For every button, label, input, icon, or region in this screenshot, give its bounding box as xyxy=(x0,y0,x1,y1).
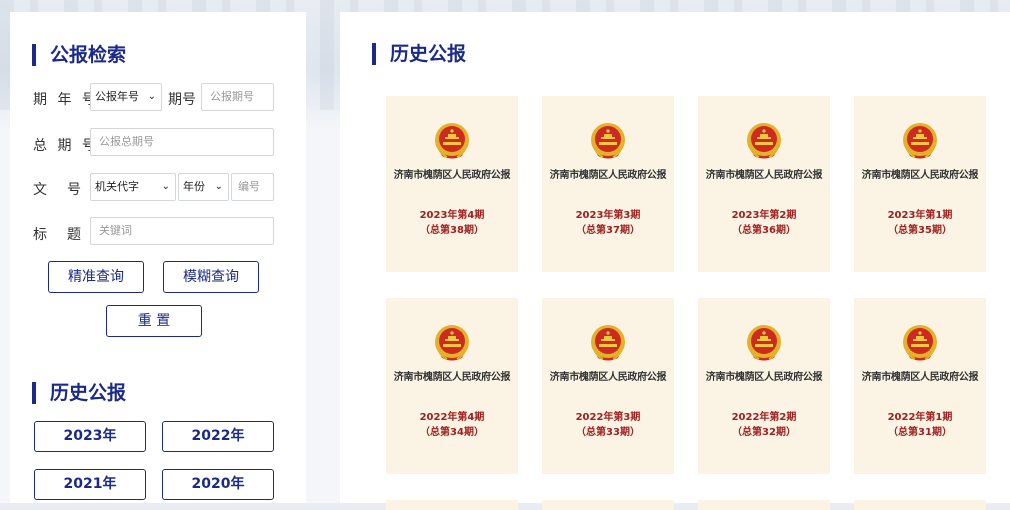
gazette-name: 济南市槐荫区人民政府公报 xyxy=(549,372,667,383)
org-code-select[interactable]: 机关代字 ⌄ xyxy=(90,173,176,201)
gazette-card[interactable]: 济南市槐荫区人民政府公报 2022年第3期 （总第33期） xyxy=(542,298,674,474)
gazette-card[interactable]: 济南市槐荫区人民政府公报 2023年第3期 （总第37期） xyxy=(542,96,674,272)
gazette-name: 济南市槐荫区人民政府公报 xyxy=(393,372,511,383)
gazette-issue: 2023年第4期 xyxy=(419,210,485,221)
gazette-total-issue: （总第31期） xyxy=(888,427,952,438)
gazette-card-partial[interactable] xyxy=(386,500,518,510)
doc-year-select-value: 年份 xyxy=(183,180,205,193)
issue-label: 期号 xyxy=(168,92,196,108)
gazette-name: 济南市槐荫区人民政府公报 xyxy=(393,170,511,181)
issue-input[interactable]: 公报期号 xyxy=(201,83,274,111)
gazette-total-issue: （总第35期） xyxy=(888,225,952,236)
gazette-total-issue: （总第34期） xyxy=(420,427,484,438)
doc-number-label: 文 号 xyxy=(33,182,84,198)
search-section-title: 公报检索 xyxy=(32,44,126,66)
gazette-issue: 2022年第4期 xyxy=(419,412,485,423)
year-button-2023[interactable]: 2023年 xyxy=(34,421,146,452)
gazette-total-issue: （总第37期） xyxy=(576,225,640,236)
gazette-total-issue: （总第32期） xyxy=(732,427,796,438)
national-emblem-icon xyxy=(434,122,470,160)
gazette-card[interactable]: 济南市槐荫区人民政府公报 2023年第1期 （总第35期） xyxy=(854,96,986,272)
gazette-issue: 2023年第1期 xyxy=(887,210,953,221)
history-main-title: 历史公报 xyxy=(372,43,466,65)
year-button-2021[interactable]: 2021年 xyxy=(34,469,146,500)
chevron-down-icon: ⌄ xyxy=(161,181,170,192)
keyword-input[interactable]: 关键词 xyxy=(90,217,274,245)
gazette-issue: 2023年第2期 xyxy=(731,210,797,221)
gazette-issue: 2023年第3期 xyxy=(575,210,641,221)
year-select[interactable]: 公报年号 ⌄ xyxy=(90,83,162,111)
exact-search-button[interactable]: 精准查询 xyxy=(48,261,144,293)
history-main-panel: 历史公报 济南市槐荫区人民政府公报 2023年第4期 （总第38期） 济南市槐荫区人… xyxy=(340,12,1010,510)
gazette-card-partial[interactable] xyxy=(698,500,830,510)
national-emblem-icon xyxy=(902,122,938,160)
history-sidebar-title: 历史公报 xyxy=(32,382,126,404)
gazette-name: 济南市槐荫区人民政府公报 xyxy=(705,372,823,383)
gazette-name: 济南市槐荫区人民政府公报 xyxy=(549,170,667,181)
gazette-card-partial[interactable] xyxy=(542,500,674,510)
gazette-name: 济南市槐荫区人民政府公报 xyxy=(705,170,823,181)
org-code-select-value: 机关代字 xyxy=(95,180,139,193)
gazette-card-partial[interactable] xyxy=(854,500,986,510)
gazette-total-issue: （总第38期） xyxy=(420,225,484,236)
national-emblem-icon xyxy=(590,324,626,362)
gazette-issue: 2022年第3期 xyxy=(575,412,641,423)
gazette-total-issue: （总第33期） xyxy=(576,427,640,438)
national-emblem-icon xyxy=(746,122,782,160)
year-button-2022[interactable]: 2022年 xyxy=(162,421,274,452)
gazette-card[interactable]: 济南市槐荫区人民政府公报 2022年第4期 （总第34期） xyxy=(386,298,518,474)
gazette-card[interactable]: 济南市槐荫区人民政府公报 2022年第1期 （总第31期） xyxy=(854,298,986,474)
national-emblem-icon xyxy=(434,324,470,362)
gazette-issue: 2022年第1期 xyxy=(887,412,953,423)
gazette-total-issue: （总第36期） xyxy=(732,225,796,236)
doc-no-input[interactable]: 编号 xyxy=(231,173,274,201)
reset-button[interactable]: 重 置 xyxy=(106,305,202,337)
chevron-down-icon: ⌄ xyxy=(214,181,223,192)
chevron-down-icon: ⌄ xyxy=(147,91,156,102)
doc-year-select[interactable]: 年份 ⌄ xyxy=(178,173,229,201)
gazette-name: 济南市槐荫区人民政府公报 xyxy=(861,372,979,383)
national-emblem-icon xyxy=(590,122,626,160)
national-emblem-icon xyxy=(746,324,782,362)
search-sidebar: 公报检索 期 年 号 公报年号 ⌄ 期号 公报期号 总 期 号 公报总期号 文 … xyxy=(10,12,306,503)
year-button-2020[interactable]: 2020年 xyxy=(162,469,274,500)
fuzzy-search-button[interactable]: 模糊查询 xyxy=(163,261,259,293)
gazette-issue: 2022年第2期 xyxy=(731,412,797,423)
national-emblem-icon xyxy=(902,324,938,362)
gazette-name: 济南市槐荫区人民政府公报 xyxy=(861,170,979,181)
year-select-value: 公报年号 xyxy=(95,90,139,103)
gazette-card[interactable]: 济南市槐荫区人民政府公报 2023年第2期 （总第36期） xyxy=(698,96,830,272)
total-issue-input[interactable]: 公报总期号 xyxy=(90,128,274,156)
gazette-card[interactable]: 济南市槐荫区人民政府公报 2023年第4期 （总第38期） xyxy=(386,96,518,272)
gazette-card[interactable]: 济南市槐荫区人民政府公报 2022年第2期 （总第32期） xyxy=(698,298,830,474)
title-label: 标 题 xyxy=(33,227,84,243)
